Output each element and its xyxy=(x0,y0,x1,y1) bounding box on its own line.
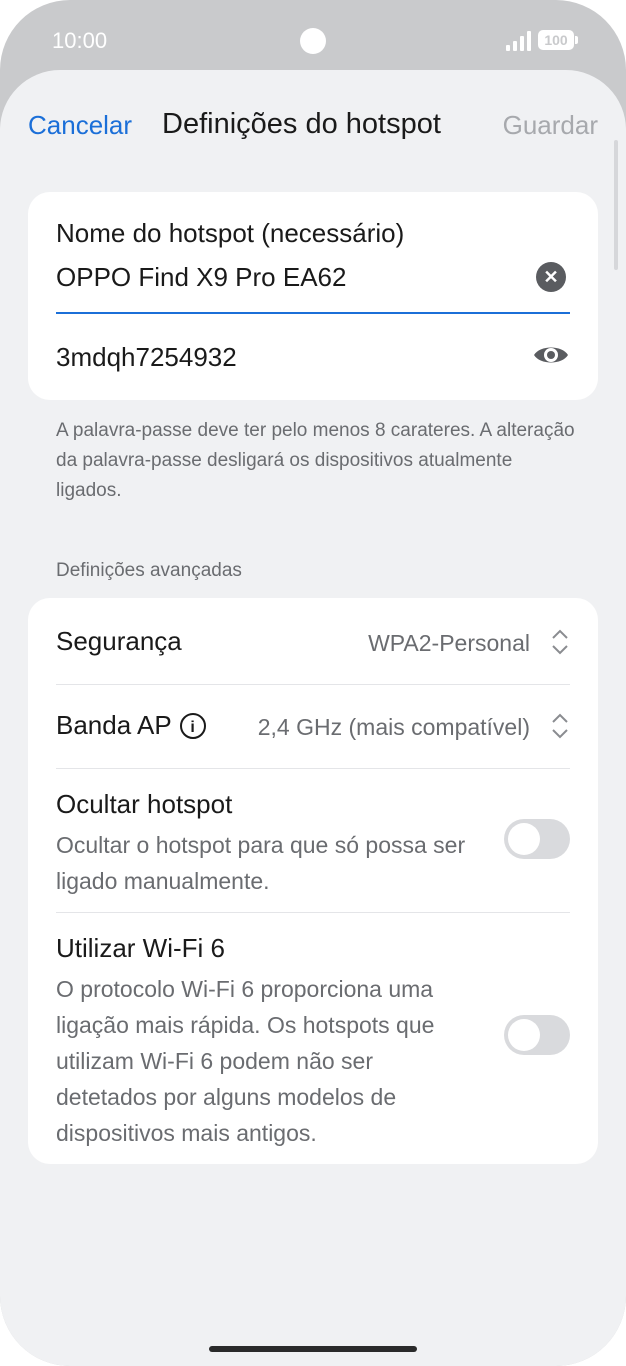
band-value: 2,4 GHz (mais compatível) xyxy=(257,714,530,740)
hide-hotspot-title: Ocultar hotspot xyxy=(56,789,233,819)
status-time: 10:00 xyxy=(52,28,108,53)
hide-hotspot-row: Ocultar hotspot Ocultar o hotspot para q… xyxy=(56,769,570,912)
wifi6-title: Utilizar Wi-Fi 6 xyxy=(56,933,225,963)
advanced-section-label: Definições avançadas xyxy=(56,560,242,581)
signal-icon xyxy=(506,31,532,51)
phone-frame: 10:00 100 Cancelar Definições do hotspot… xyxy=(0,0,626,1366)
input-underline xyxy=(56,312,570,314)
wifi6-description: O protocolo Wi-Fi 6 proporciona uma liga… xyxy=(56,976,435,1146)
toggle-knob xyxy=(508,1019,540,1051)
hotspot-name-input[interactable]: OPPO Find X9 Pro EA62 xyxy=(56,262,346,293)
hide-hotspot-toggle[interactable] xyxy=(504,819,570,859)
settings-screen: Cancelar Definições do hotspot Guardar N… xyxy=(0,70,626,1366)
chevron-updown-icon xyxy=(552,713,568,739)
security-value: WPA2-Personal xyxy=(368,630,530,656)
eye-icon[interactable] xyxy=(532,342,570,368)
save-button[interactable]: Guardar xyxy=(503,110,598,141)
home-indicator[interactable] xyxy=(209,1346,417,1352)
password-input[interactable]: 3mdqh7254932 xyxy=(56,342,237,373)
security-title: Segurança xyxy=(56,626,182,656)
clear-icon[interactable]: ✕ xyxy=(536,262,566,292)
info-icon[interactable]: i xyxy=(179,713,206,739)
band-row[interactable]: Banda AP i 2,4 GHz (mais compatível) xyxy=(56,685,570,768)
scrollbar[interactable] xyxy=(614,140,618,270)
hotspot-credentials-card: Nome do hotspot (necessário) OPPO Find X… xyxy=(28,192,598,400)
wifi6-toggle[interactable] xyxy=(504,1015,570,1055)
hotspot-name-label: Nome do hotspot (necessário) xyxy=(56,218,405,248)
battery-level: 100 xyxy=(544,32,568,48)
front-camera xyxy=(300,28,326,54)
wifi6-row: Utilizar Wi-Fi 6 O protocolo Wi-Fi 6 pro… xyxy=(56,913,570,1164)
status-bar: 10:00 100 xyxy=(0,0,626,80)
security-row[interactable]: Segurança WPA2-Personal xyxy=(56,598,570,684)
chevron-updown-icon xyxy=(552,629,568,655)
battery-icon: 100 xyxy=(538,30,578,50)
cancel-button[interactable]: Cancelar xyxy=(28,110,132,141)
page-title: Definições do hotspot xyxy=(162,108,441,140)
password-help-text: A palavra-passe deve ter pelo menos 8 ca… xyxy=(56,420,575,501)
top-bar: Cancelar Definições do hotspot Guardar xyxy=(0,70,626,180)
advanced-settings-card: Segurança WPA2-Personal Banda AP i 2,4 GH… xyxy=(28,598,598,1164)
hide-hotspot-description: Ocultar o hotspot para que só possa ser … xyxy=(56,832,466,894)
band-title: Banda AP i xyxy=(56,710,206,741)
toggle-knob xyxy=(508,823,540,855)
